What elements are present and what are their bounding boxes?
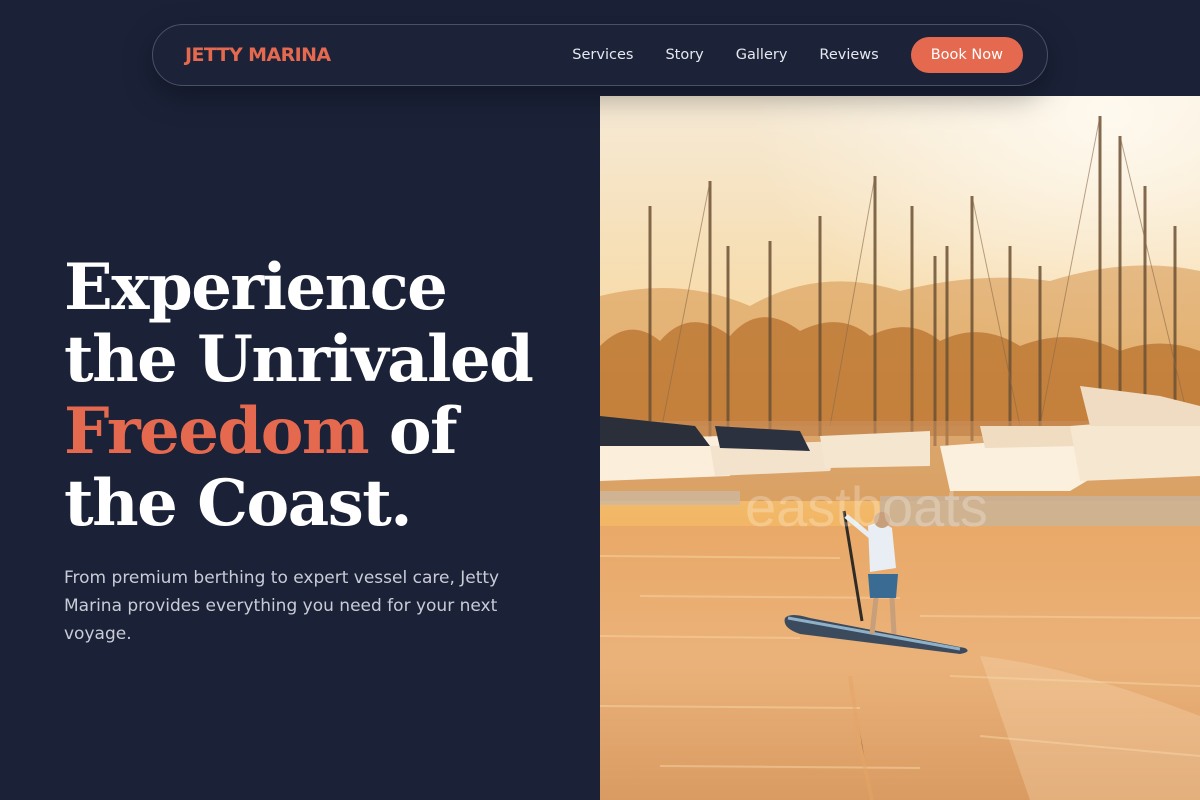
book-now-button[interactable]: Book Now — [910, 37, 1023, 73]
image-watermark: eastboats — [745, 475, 988, 538]
nav-link-reviews[interactable]: Reviews — [819, 47, 878, 63]
hero-title-line-4: the Coast. — [64, 466, 413, 541]
brand-logo[interactable]: JETTY MARINA — [185, 44, 331, 66]
nav-link-services[interactable]: Services — [572, 47, 633, 63]
nav-links: Services Story Gallery Reviews Book Now — [572, 37, 1023, 73]
hero-title-line-3: Freedom of — [64, 396, 584, 468]
marina-sunset-photo: eastboats — [600, 96, 1200, 800]
hero-title-accent: Freedom — [64, 394, 370, 469]
hero-title: Experience the Unrivaled Freedom of the … — [64, 252, 584, 540]
navbar: JETTY MARINA Services Story Gallery Revi… — [152, 24, 1048, 86]
nav-link-gallery[interactable]: Gallery — [736, 47, 788, 63]
hero-title-line-3-rest: of — [368, 394, 458, 469]
page: JETTY MARINA Services Story Gallery Revi… — [0, 0, 1200, 800]
hero-title-line-1: Experience — [64, 250, 448, 325]
nav-link-story[interactable]: Story — [665, 47, 703, 63]
hero-image: eastboats — [600, 96, 1200, 800]
hero-subtitle: From premium berthing to expert vessel c… — [64, 568, 500, 644]
hero-title-line-2: the Unrivaled — [64, 322, 534, 397]
